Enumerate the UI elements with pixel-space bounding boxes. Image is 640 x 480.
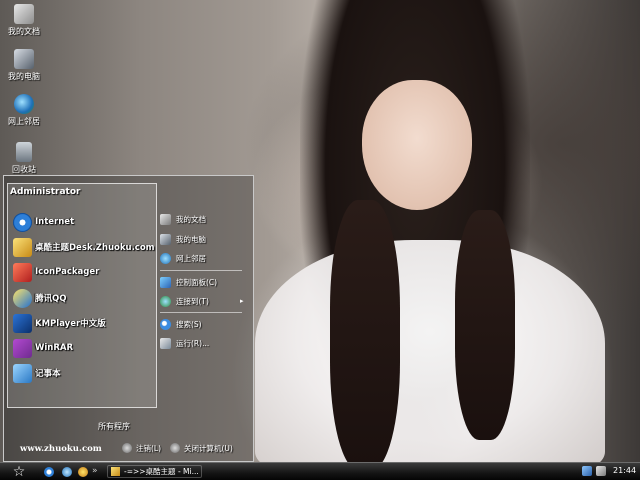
desktop-icon-label: 网上邻居	[8, 117, 40, 126]
desktop-icon-my-documents[interactable]: 我的文档	[2, 4, 46, 37]
quicklaunch-ie-icon[interactable]	[44, 467, 54, 477]
iconpackager-icon	[13, 262, 32, 282]
start-button[interactable]: ☆	[8, 464, 30, 480]
all-programs-button[interactable]: 所有程序	[98, 421, 130, 432]
quicklaunch-desktop-icon[interactable]	[62, 467, 72, 477]
system-tray	[582, 466, 606, 476]
documents-icon	[160, 213, 171, 225]
power-icon	[170, 443, 180, 453]
tool-item-run[interactable]: 运行(R)...	[160, 336, 209, 350]
notepad-icon	[13, 363, 32, 383]
desktop-icon-my-computer[interactable]: 我的电脑	[2, 49, 46, 82]
desktop-icon-recycle-bin[interactable]: 回收站	[2, 142, 46, 175]
computer-icon	[160, 233, 171, 245]
wallpaper-dress	[255, 240, 605, 470]
wallpaper-face	[362, 80, 472, 210]
place-item-my-computer[interactable]: 我的电脑	[160, 232, 206, 246]
shutdown-button[interactable]: 关闭计算机(U)	[170, 441, 233, 455]
program-label: WinRAR	[35, 343, 74, 353]
taskbar-task-button[interactable]: -=>>桌酷主题 - Mi...	[107, 465, 202, 478]
system-label: 控制面板(C)	[176, 277, 218, 287]
program-item-qq[interactable]: 腾讯QQ	[13, 288, 66, 308]
system-item-connect[interactable]: 连接到(T)	[160, 294, 209, 308]
program-label: 记事本	[35, 369, 61, 379]
desktop-icon-label: 我的文档	[8, 27, 40, 36]
quicklaunch-chevron-icon[interactable]: »	[92, 466, 98, 476]
desktop-icon-label: 回收站	[12, 165, 36, 174]
program-label: Internet	[35, 217, 75, 227]
quicklaunch-media-icon[interactable]	[78, 467, 88, 477]
search-icon	[160, 318, 171, 330]
run-icon	[160, 337, 171, 349]
task-window-icon	[111, 467, 120, 476]
program-label: 腾讯QQ	[35, 294, 67, 304]
tool-label: 搜索(S)	[176, 319, 202, 329]
shutdown-label: 关闭计算机(U)	[184, 443, 233, 453]
tray-volume-icon[interactable]	[596, 466, 606, 476]
desktop-theme-icon	[13, 237, 32, 257]
my-documents-icon	[14, 4, 34, 24]
winrar-icon	[13, 338, 32, 358]
network-places-icon	[14, 94, 34, 114]
program-label: IconPackager	[35, 267, 100, 277]
place-item-my-documents[interactable]: 我的文档	[160, 212, 206, 226]
logoff-icon	[122, 443, 132, 453]
recycle-bin-icon	[16, 142, 32, 162]
program-item-internet[interactable]: Internet	[13, 212, 74, 232]
tool-item-search[interactable]: 搜索(S)	[160, 317, 202, 331]
menu-separator	[160, 270, 242, 271]
logoff-button[interactable]: 注销(L)	[122, 441, 161, 455]
logoff-label: 注销(L)	[136, 443, 162, 453]
tray-network-icon[interactable]	[582, 466, 592, 476]
program-item-desktop-theme[interactable]: 桌酷主题Desk.Zhuoku.com	[13, 237, 155, 257]
program-item-winrar[interactable]: WinRAR	[13, 338, 73, 358]
website-text: www.zhuoku.com	[20, 444, 102, 454]
program-item-notepad[interactable]: 记事本	[13, 363, 61, 383]
desktop-icon-network-places[interactable]: 网上邻居	[2, 94, 46, 127]
connect-icon	[160, 295, 171, 307]
kmplayer-icon	[13, 313, 32, 333]
ie-icon	[13, 212, 32, 232]
submenu-arrow-icon: ▸	[240, 297, 244, 305]
desktop-icon-label: 我的电脑	[8, 72, 40, 81]
system-label: 连接到(T)	[176, 296, 209, 306]
place-item-network[interactable]: 网上邻居	[160, 251, 206, 265]
tool-label: 运行(R)...	[176, 338, 210, 348]
program-item-iconpackager[interactable]: IconPackager	[13, 262, 99, 282]
program-label: 桌酷主题Desk.Zhuoku.com	[35, 243, 155, 253]
system-item-control-panel[interactable]: 控制面板(C)	[160, 275, 217, 289]
my-computer-icon	[14, 49, 34, 69]
menu-separator	[160, 312, 242, 313]
program-item-kmplayer[interactable]: KMPlayer中文版	[13, 313, 106, 333]
place-label: 我的电脑	[176, 234, 206, 244]
place-label: 我的文档	[176, 214, 206, 224]
qq-icon	[13, 288, 32, 308]
taskbar-clock[interactable]: 21:44	[613, 466, 636, 475]
control-panel-icon	[160, 276, 171, 288]
task-label: -=>>桌酷主题 - Mi...	[124, 467, 199, 476]
network-icon	[160, 252, 171, 264]
wallpaper-hair-left	[330, 200, 400, 470]
taskbar: ☆ » -=>>桌酷主题 - Mi... 21:44	[0, 462, 640, 480]
start-menu-user-name: Administrator	[10, 187, 81, 197]
wallpaper-hair-right	[455, 210, 515, 440]
program-label: KMPlayer中文版	[35, 319, 106, 329]
place-label: 网上邻居	[176, 253, 206, 263]
